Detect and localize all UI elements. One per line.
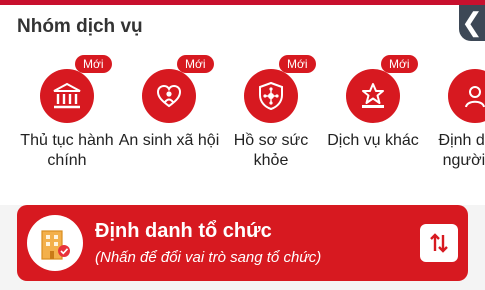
office-building-icon	[27, 215, 83, 271]
service-administrative-procedures[interactable]: Mới Thủ tục hành chính	[15, 55, 125, 199]
chevron-left-icon[interactable]: ❮	[459, 5, 485, 41]
new-badge: Mới	[75, 55, 112, 73]
service-label: Thủ tục hành chính	[20, 132, 114, 169]
switch-role-button[interactable]	[420, 224, 458, 262]
service-label: Hồ sơ sức khỏe	[233, 132, 309, 169]
family-care-icon	[142, 69, 196, 123]
org-card-title: Định danh tổ chức	[95, 220, 272, 242]
service-label: An sinh xã hội	[118, 132, 220, 149]
service-health-record[interactable]: Mới Hồ sơ sức khỏe	[219, 55, 329, 199]
health-shield-icon	[244, 69, 298, 123]
organization-identity-card[interactable]: Định danh tổ chức (Nhấn để đổi vai trò s…	[17, 205, 468, 281]
service-list: Mới Thủ tục hành chính Mới An sinh xã hộ…	[0, 55, 485, 199]
service-identification-14[interactable]: Định danh người 14	[423, 59, 485, 199]
service-label: Định danh người 14	[438, 132, 485, 169]
new-badge: Mới	[177, 55, 214, 73]
swap-arrows-icon	[430, 233, 448, 253]
section-title: Nhóm dịch vụ	[17, 16, 143, 37]
star-podium-icon	[346, 69, 400, 123]
government-building-icon	[40, 69, 94, 123]
org-card-subtitle: (Nhấn để đổi vai trò sang tổ chức)	[95, 249, 322, 266]
id-user-icon	[448, 69, 485, 123]
service-other[interactable]: Mới Dịch vụ khác	[321, 55, 431, 199]
new-badge: Mới	[279, 55, 316, 73]
service-label: Dịch vụ khác	[327, 132, 419, 149]
service-social-security[interactable]: Mới An sinh xã hội	[117, 55, 227, 199]
new-badge: Mới	[381, 55, 418, 73]
service-group-section: Nhóm dịch vụ Mới Thủ tục hành chính Mới …	[0, 5, 485, 205]
